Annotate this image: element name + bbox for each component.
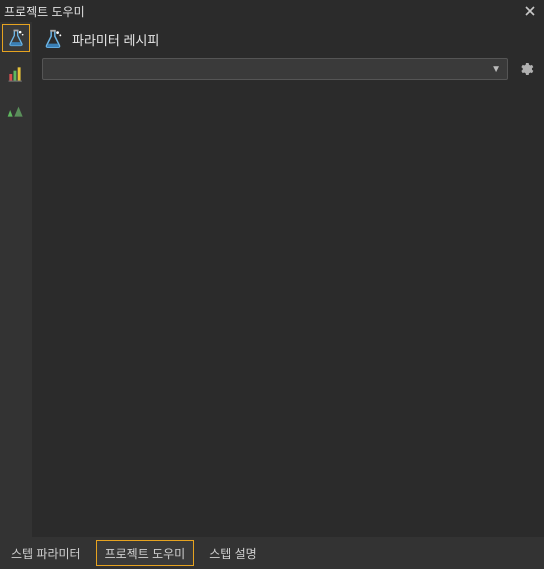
panel-title: 파라미터 레시피: [72, 30, 159, 49]
barchart-icon: [6, 64, 26, 84]
flask-icon: [6, 28, 26, 48]
sidebar: [0, 22, 32, 537]
window-title: 프로젝트 도우미: [4, 3, 522, 20]
chevron-down-icon: ▼: [491, 64, 501, 75]
sidebar-item-chart[interactable]: [2, 60, 30, 88]
content-area: [32, 84, 544, 537]
bottom-tabs: 스텝 파라미터 프로젝트 도우미 스텝 설명: [0, 537, 544, 569]
titlebar: 프로젝트 도우미: [0, 0, 544, 22]
body: 파라미터 레시피 ▼: [0, 22, 544, 537]
sidebar-item-triangle[interactable]: [2, 96, 30, 124]
gear-icon: [518, 61, 534, 77]
flask-icon: [42, 28, 64, 50]
close-icon: [524, 5, 536, 17]
tab-label: 스텝 파라미터: [11, 545, 81, 562]
close-button[interactable]: [522, 3, 538, 19]
tab-project-helper[interactable]: 프로젝트 도우미: [96, 540, 195, 566]
panel-header: 파라미터 레시피: [32, 22, 544, 54]
tab-label: 프로젝트 도우미: [105, 545, 186, 562]
tab-step-description[interactable]: 스텝 설명: [200, 540, 266, 566]
dropdown-row: ▼: [32, 54, 544, 84]
tab-label: 스텝 설명: [209, 545, 257, 562]
main-panel: 파라미터 레시피 ▼: [32, 22, 544, 537]
settings-button[interactable]: [516, 59, 536, 79]
triangle-icon: [6, 100, 26, 120]
tab-step-parameter[interactable]: 스텝 파라미터: [2, 540, 90, 566]
recipe-dropdown[interactable]: ▼: [42, 58, 508, 80]
sidebar-item-recipe[interactable]: [2, 24, 30, 52]
